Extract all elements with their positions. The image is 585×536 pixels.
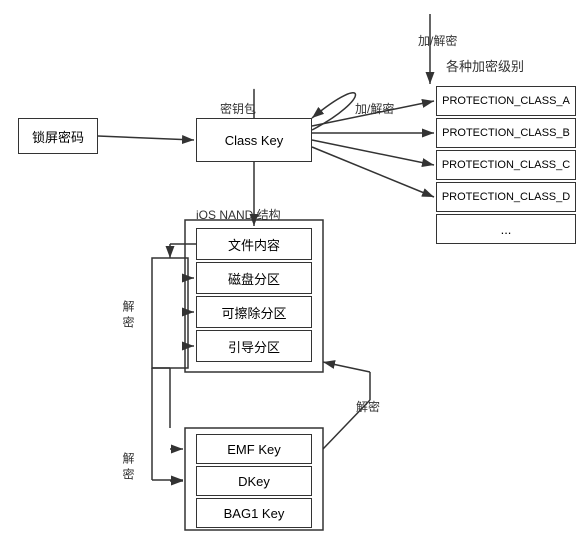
lock-password-box: 锁屏密码 [18,118,98,154]
protection-class-c-label: PROTECTION_CLASS_C [442,159,570,171]
class-key-box: Class Key [196,118,312,162]
erasable-partition-box: 可擦除分区 [196,296,312,328]
lock-password-label: 锁屏密码 [32,127,84,146]
emf-key-box: EMF Key [196,434,312,464]
protection-class-a-label: PROTECTION_CLASS_A [442,95,570,107]
protection-class-d-box: PROTECTION_CLASS_D [436,182,576,212]
disk-partition-label: 磁盘分区 [228,269,280,288]
disk-partition-box: 磁盘分区 [196,262,312,294]
protection-class-c-box: PROTECTION_CLASS_C [436,150,576,180]
various-encryption-label: 各种加密级别 [446,56,524,75]
encrypt-decrypt-class-label: 加/解密 [418,32,457,49]
protection-class-dots-box: ... [436,214,576,244]
diagram: 锁屏密码 Class Key 密钥包 加/解密 加/解密 各种加密级别 PROT… [0,0,585,536]
protection-class-b-box: PROTECTION_CLASS_B [436,118,576,148]
dkey-box: DKey [196,466,312,496]
decrypt-bottom-label: 解密 [356,398,380,415]
protection-class-dots-label: ... [501,222,512,237]
dkey-label: DKey [238,474,270,489]
class-key-label: Class Key [225,133,284,148]
key-bag-label: 密钥包 [220,100,256,117]
decrypt-left-label: 解密 [120,300,137,332]
emf-key-label: EMF Key [227,442,280,457]
file-content-label: 文件内容 [228,235,280,254]
erasable-partition-label: 可擦除分区 [221,303,286,322]
protection-class-a-box: PROTECTION_CLASS_A [436,86,576,116]
decrypt-left2-label: 解密 [120,452,137,484]
file-content-box: 文件内容 [196,228,312,260]
bag1-key-box: BAG1 Key [196,498,312,528]
boot-partition-box: 引导分区 [196,330,312,362]
bag1-key-label: BAG1 Key [224,506,285,521]
boot-partition-label: 引导分区 [228,337,280,356]
ios-nand-label: iOS NAND 结构 [196,206,281,223]
protection-class-d-label: PROTECTION_CLASS_D [442,191,570,203]
protection-class-b-label: PROTECTION_CLASS_B [442,127,570,139]
encrypt-decrypt-top-label: 加/解密 [355,100,394,117]
